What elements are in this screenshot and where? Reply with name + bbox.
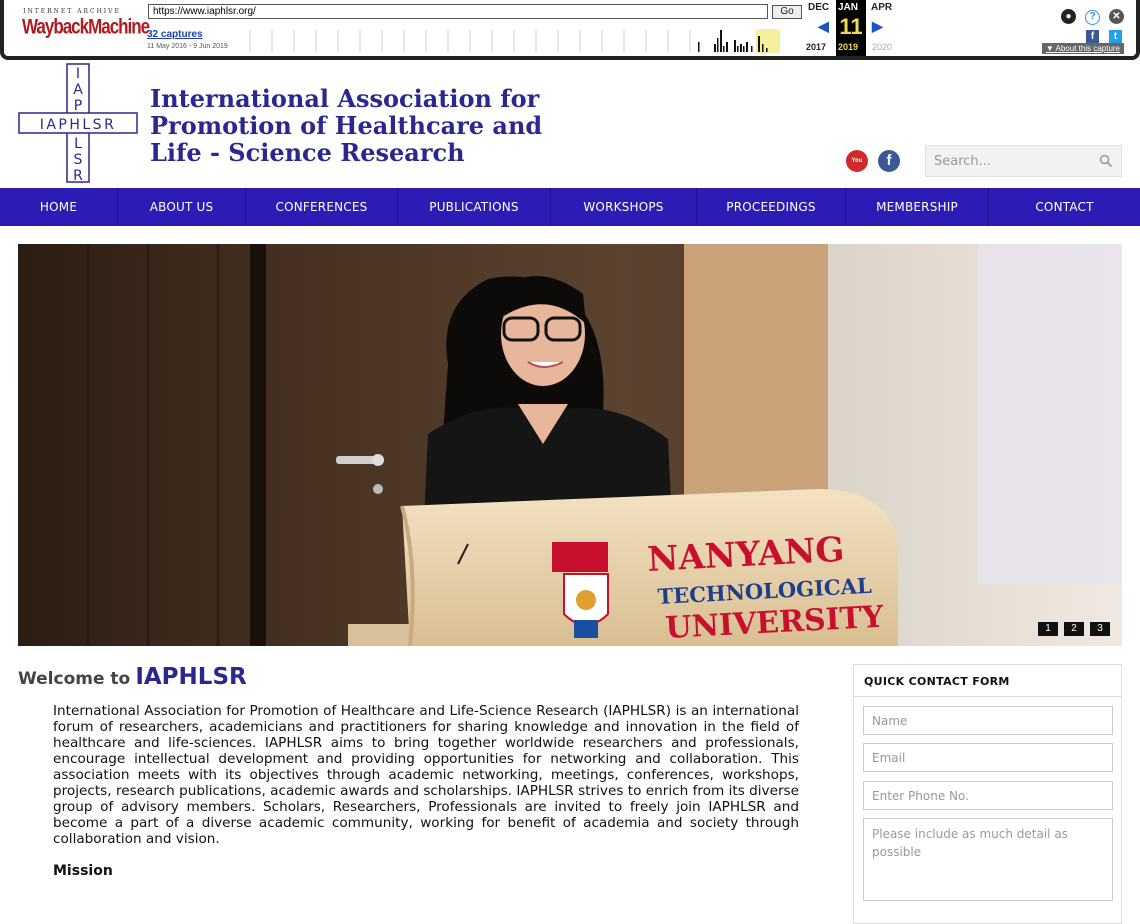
wayback-calendar: DEC JAN APR ◀ 11 ▶ 2017 2019 2020 <box>804 0 904 56</box>
nav-item-publications[interactable]: PUBLICATIONS <box>398 188 551 226</box>
welcome-heading: Welcome to IAPHLSR <box>18 664 247 690</box>
wayback-url-input[interactable]: https://www.iaphlsr.org/ <box>148 4 768 19</box>
quick-contact-form: QUICK CONTACT FORM <box>853 664 1122 924</box>
nav-item-conferences[interactable]: CONFERENCES <box>246 188 398 226</box>
wayback-next-month[interactable]: APR <box>871 2 892 13</box>
facebook-share-icon[interactable]: f <box>1086 30 1099 43</box>
logo-horizontal-text: IAPHLSR <box>40 117 117 133</box>
mission-heading: Mission <box>53 863 113 879</box>
wayback-captures-link[interactable]: 32 captures <box>147 29 203 40</box>
wayback-next-year[interactable]: 2020 <box>872 42 892 52</box>
slide-dot[interactable]: 1 <box>1038 622 1058 636</box>
wayback-date-range: 11 May 2016 - 9 Jun 2019 <box>147 43 228 50</box>
phone-field[interactable] <box>863 781 1113 810</box>
svg-text:A: A <box>73 82 83 98</box>
wayback-about-capture-link[interactable]: ▼ About this capture <box>1041 43 1124 54</box>
message-field[interactable] <box>863 818 1113 901</box>
wayback-about-label: About this capture <box>1055 44 1120 53</box>
nav-item-proceedings[interactable]: PROCEEDINGS <box>697 188 846 226</box>
close-icon[interactable]: ✕ <box>1109 9 1124 24</box>
welcome-brand: IAPHLSR <box>135 664 247 690</box>
svg-text:S: S <box>74 152 83 168</box>
slide-dot[interactable]: 2 <box>1064 622 1084 636</box>
hero-image: NANYANG TECHNOLOGICAL UNIVERSITY <box>18 244 1122 646</box>
wayback-next-arrow-icon[interactable]: ▶ <box>872 18 883 35</box>
quick-contact-title: QUICK CONTACT FORM <box>854 665 1121 697</box>
wayback-share-group: ft <box>1076 24 1122 43</box>
svg-text:L: L <box>74 136 82 152</box>
wayback-icon-group: ●? ✕ <box>1052 4 1124 25</box>
wayback-current-month: JAN <box>838 2 859 13</box>
site-title[interactable]: International Association for Promotion … <box>150 85 542 166</box>
youtube-icon[interactable]: You Tube <box>846 150 868 186</box>
welcome-intro-text: International Association for Promotion … <box>53 703 799 847</box>
wayback-logo[interactable]: INTERNET ARCHIVE WaybackMachine <box>22 8 150 39</box>
welcome-prefix: Welcome to <box>18 669 131 689</box>
help-icon[interactable]: ? <box>1085 10 1100 25</box>
search-box <box>925 145 1122 177</box>
site-title-line3: Life - Science Research <box>150 138 465 167</box>
nav-item-workshops[interactable]: WORKSHOPS <box>551 188 697 226</box>
search-icon[interactable] <box>1099 154 1113 168</box>
slider-pagination: 1 2 3 <box>1038 622 1110 636</box>
wayback-capture-sparkline[interactable] <box>244 28 800 54</box>
facebook-icon[interactable]: f <box>878 150 900 172</box>
svg-text:R: R <box>73 168 83 183</box>
site-title-line1: International Association for <box>150 84 540 113</box>
name-field[interactable] <box>863 706 1113 735</box>
wayback-logo-main: WaybackMachine <box>22 14 150 39</box>
svg-text:I: I <box>76 66 80 82</box>
wayback-current-year: 2019 <box>838 42 859 52</box>
svg-text:P: P <box>74 98 82 114</box>
wayback-prev-year[interactable]: 2017 <box>806 42 826 52</box>
site-title-line2: Promotion of Healthcare and <box>150 111 543 140</box>
wayback-current-day: 11 <box>839 14 863 39</box>
nav-item-about-us[interactable]: ABOUT US <box>118 188 246 226</box>
nav-item-membership[interactable]: MEMBERSHIP <box>846 188 989 226</box>
hero-slider[interactable]: NANYANG TECHNOLOGICAL UNIVERSITY 1 2 3 <box>18 244 1122 646</box>
wayback-prev-arrow-icon[interactable]: ◀ <box>818 18 829 35</box>
wayback-go-button[interactable]: Go <box>772 5 802 19</box>
user-icon[interactable]: ● <box>1061 9 1076 24</box>
email-field[interactable] <box>863 743 1113 772</box>
slide-dot[interactable]: 3 <box>1090 622 1110 636</box>
iaphlsr-logo[interactable]: I A P L S R IAPHLSR <box>18 63 138 183</box>
nav-item-contact[interactable]: CONTACT <box>989 188 1140 226</box>
wayback-toolbar: INTERNET ARCHIVE WaybackMachine https://… <box>0 0 1140 60</box>
search-input[interactable] <box>926 146 1096 176</box>
twitter-share-icon[interactable]: t <box>1109 30 1122 43</box>
wayback-prev-month[interactable]: DEC <box>808 2 829 13</box>
nav-item-home[interactable]: HOME <box>0 188 118 226</box>
main-navigation: HOME ABOUT US CONFERENCES PUBLICATIONS WORKS… <box>0 188 1140 226</box>
